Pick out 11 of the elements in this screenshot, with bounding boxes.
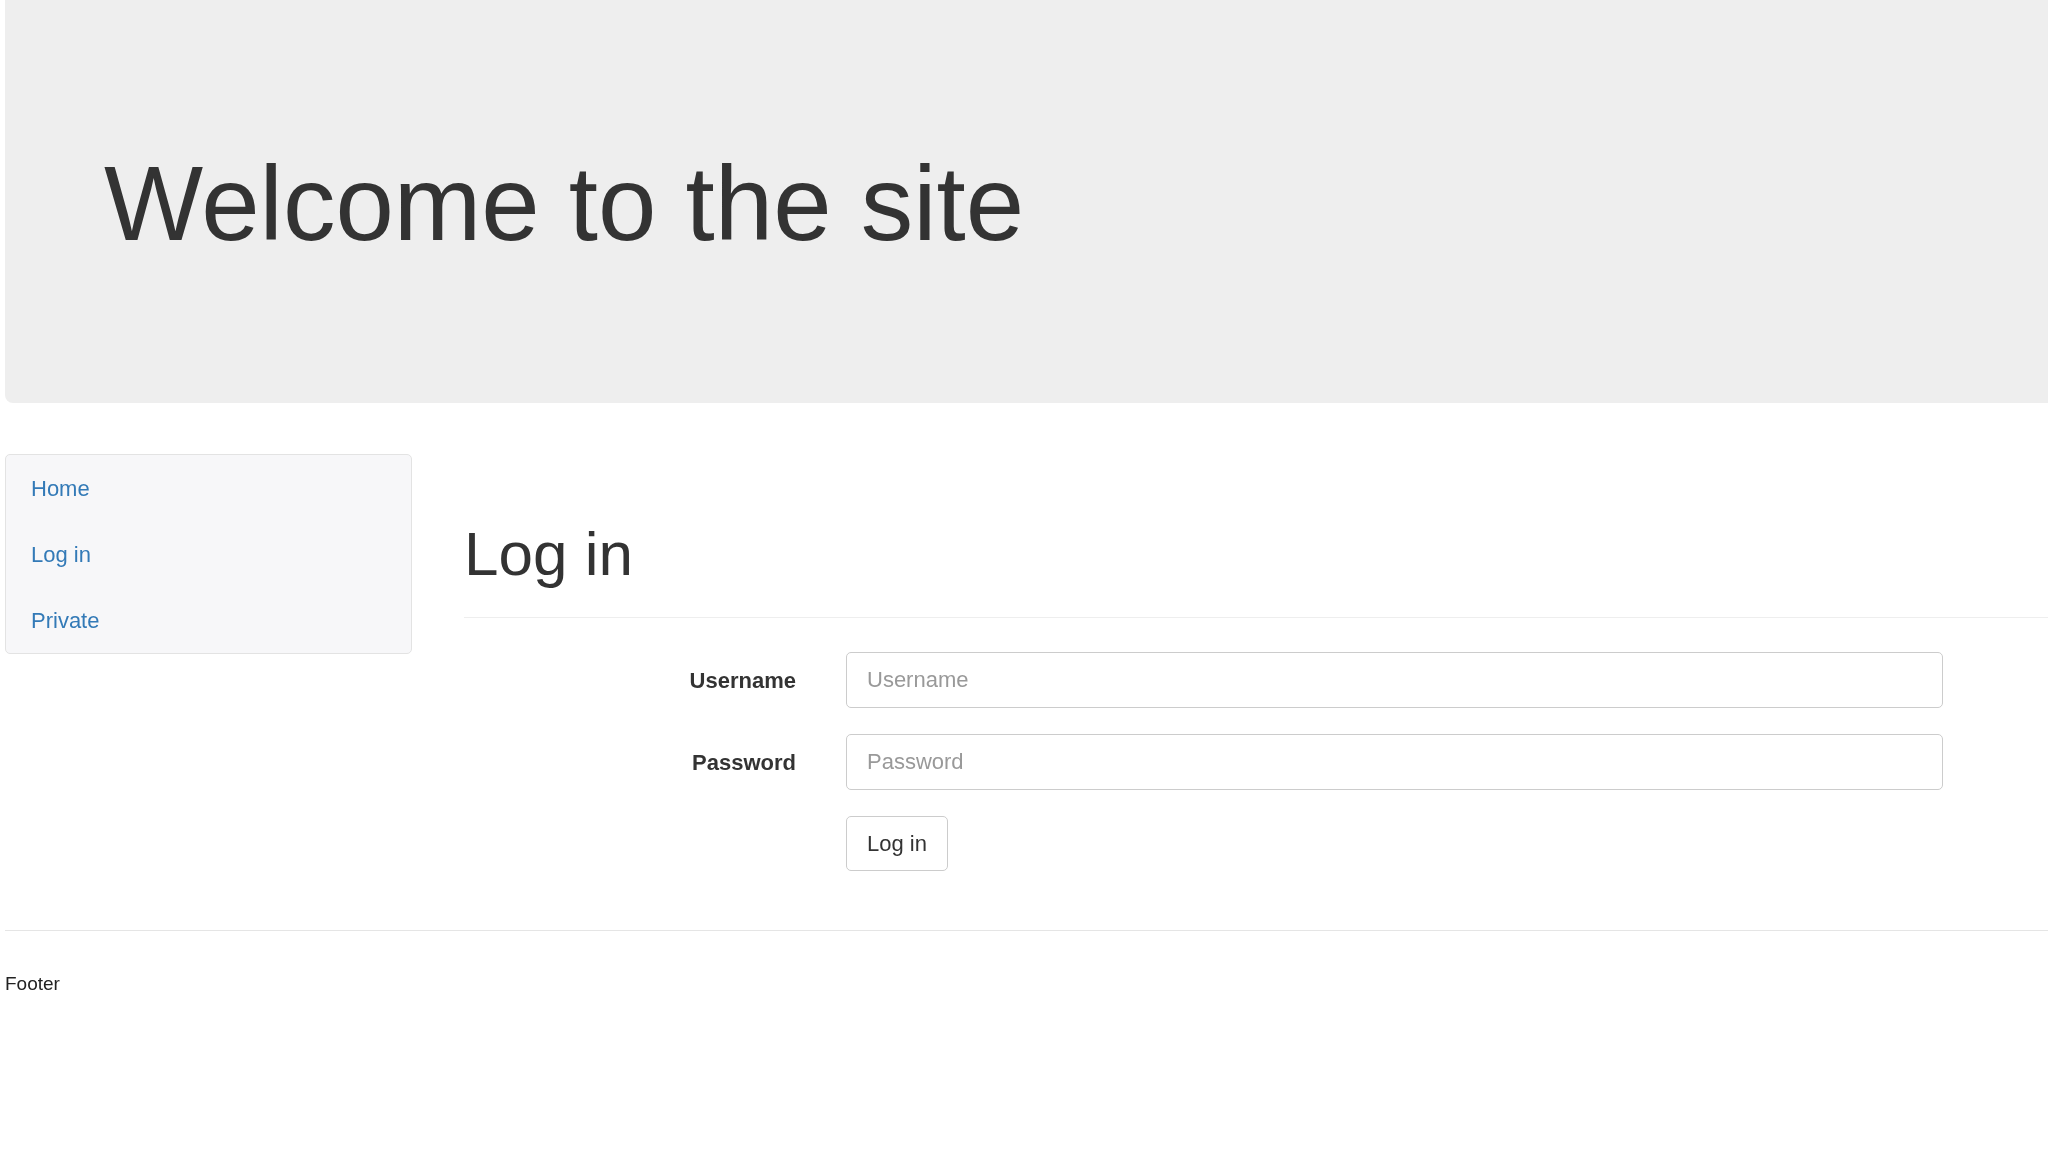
login-button[interactable]: Log in	[846, 816, 948, 872]
nav-link[interactable]: Home	[6, 455, 411, 521]
banner-heading: Welcome to the site	[104, 146, 1025, 262]
input-field[interactable]: Username	[846, 652, 1943, 709]
footer-text: Footer	[5, 973, 60, 995]
field-label: Password	[692, 748, 796, 777]
field-label: Username	[689, 666, 796, 695]
input-field[interactable]: Password	[846, 734, 1943, 791]
page-heading: Log in	[464, 520, 633, 589]
nav-link[interactable]: Private	[6, 587, 411, 653]
nav-link[interactable]: Log in	[6, 521, 411, 587]
